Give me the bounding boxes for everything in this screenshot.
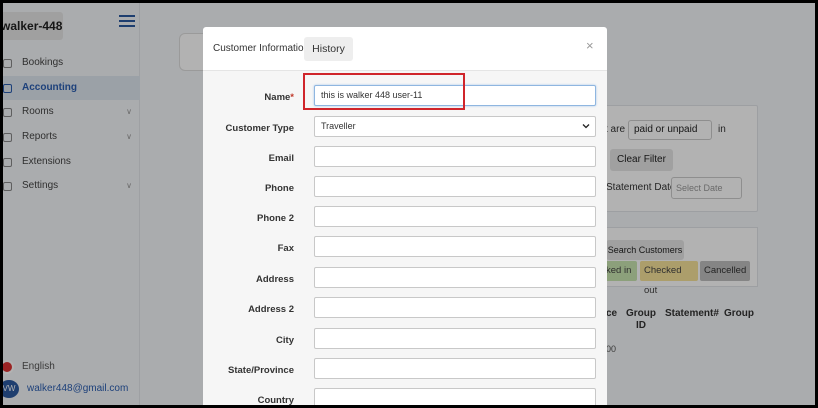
chevron-down-icon xyxy=(582,123,590,128)
customer-type-select[interactable]: Traveller xyxy=(314,115,596,137)
phone-2-field[interactable] xyxy=(314,206,596,227)
modal-body: Name* this is walker 448 user-11 Custome… xyxy=(203,71,607,405)
field-label: Name* xyxy=(264,92,294,103)
city-field[interactable] xyxy=(314,328,596,349)
app-window: walker-448 Bookings Accounting Rooms ∨ Re… xyxy=(3,3,815,405)
form-row-country: Country xyxy=(203,388,607,405)
field-label: City xyxy=(276,335,294,346)
field-label: State/Province xyxy=(228,365,294,376)
field-label: Phone xyxy=(264,183,294,194)
phone-field[interactable] xyxy=(314,176,596,197)
field-label: Address 2 xyxy=(248,304,294,315)
field-label: Email xyxy=(268,153,294,164)
form-row-customer-type: Customer Type Traveller xyxy=(203,115,607,146)
modal-header: Customer Information History × xyxy=(203,27,607,71)
required-marker: * xyxy=(290,92,294,103)
form-row-fax: Fax xyxy=(203,236,607,266)
form-row-city: City xyxy=(203,328,607,358)
tab-customer-information[interactable]: Customer Information xyxy=(213,43,309,54)
select-value: Traveller xyxy=(321,120,356,131)
address-2-field[interactable] xyxy=(314,297,596,318)
form-row-phone: Phone xyxy=(203,176,607,206)
form-row-state: State/Province xyxy=(203,358,607,388)
address-field[interactable] xyxy=(314,267,596,288)
tab-history[interactable]: History xyxy=(304,37,353,61)
field-label: Phone 2 xyxy=(257,213,294,224)
form-row-address: Address xyxy=(203,267,607,297)
form-row-email: Email xyxy=(203,146,607,176)
form-row-phone-2: Phone 2 xyxy=(203,206,607,236)
close-icon[interactable]: × xyxy=(586,38,594,53)
state-province-field[interactable] xyxy=(314,358,596,379)
form-row-address-2: Address 2 xyxy=(203,297,607,327)
annotation-highlight-box xyxy=(303,73,465,110)
field-label: Address xyxy=(255,274,294,285)
field-label: Country xyxy=(257,395,294,405)
country-field[interactable] xyxy=(314,388,596,405)
email-field[interactable] xyxy=(314,146,596,167)
fax-field[interactable] xyxy=(314,236,596,257)
field-label: Fax xyxy=(277,243,294,254)
field-label: Customer Type xyxy=(225,122,294,134)
